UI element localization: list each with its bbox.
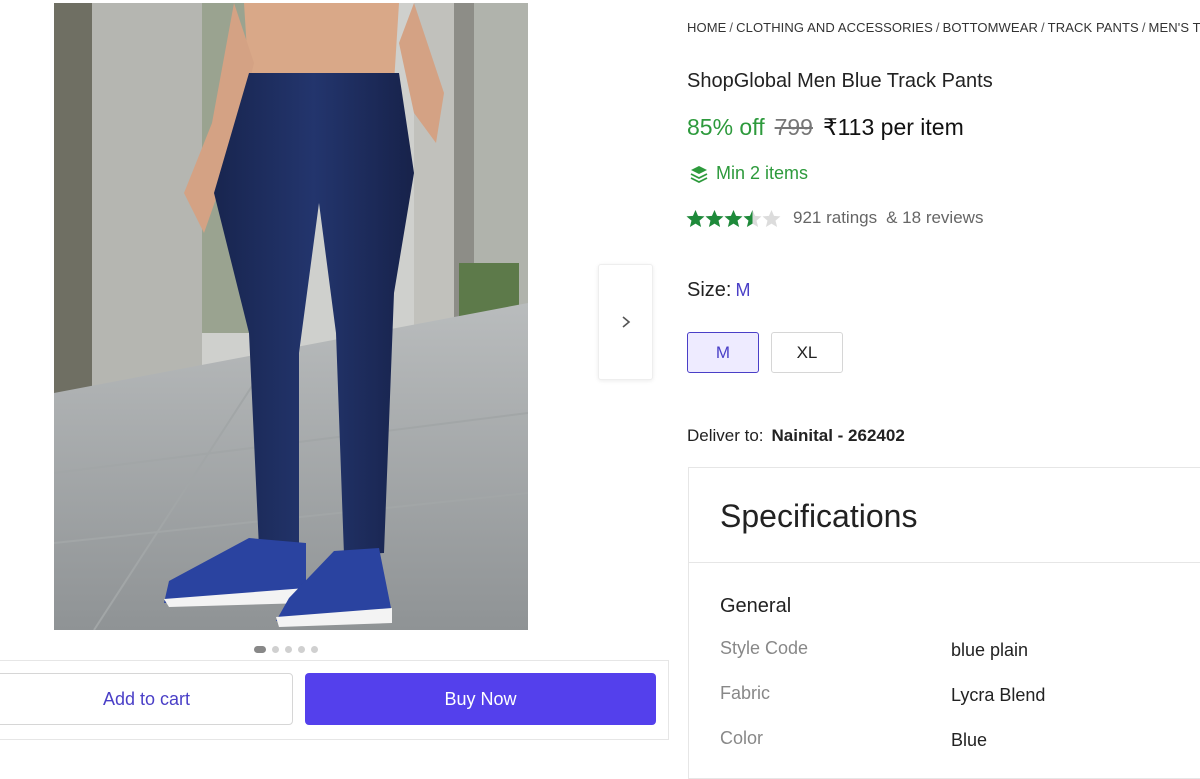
spec-value: Blue [951,730,988,750]
star-icon [705,209,724,227]
reviews-count: & 18 reviews [886,208,984,227]
spec-key: Color [720,728,764,748]
discount-label: 85% off [687,114,765,140]
selling-price: ₹113 per item [822,114,964,140]
breadcrumb-link[interactable]: BOTTOMWEAR [943,20,1038,35]
deliver-to-label: Deliver to: [687,426,764,445]
star-rating [686,209,781,228]
ratings-count: 921 ratings [793,208,878,227]
pagination-dot[interactable] [285,646,292,653]
price-row: 85% off 799 ₹113 per item [687,114,964,141]
breadcrumb: HOME / CLOTHING AND ACCESSORIES / BOTTOMWEAR… [687,20,1200,35]
breadcrumb-separator: / [1040,20,1045,35]
breadcrumb-link[interactable]: MEN'S TRACK PANTS [1149,20,1200,35]
breadcrumb-separator: / [1141,20,1146,35]
spec-value: Lycra Blend [951,685,1046,705]
delivery-location[interactable]: Deliver to: Nainital - 262402 [687,426,905,446]
pagination-dot[interactable] [272,646,279,653]
add-to-cart-label: Add to cart [102,688,191,709]
product-photo [54,3,528,630]
pagination-dot[interactable] [311,646,318,653]
mrp-price: 799 [774,114,813,140]
star-icon [743,209,762,227]
breadcrumb-link[interactable]: TRACK PANTS [1048,20,1139,35]
next-image-button[interactable] [598,264,653,380]
spec-key: Fabric [720,683,771,703]
rating-row[interactable]: 921 ratings & 18 reviews [686,208,983,228]
layers-icon [690,165,708,183]
breadcrumb-link[interactable]: HOME [687,20,726,35]
size-option-m[interactable]: M [687,332,759,373]
specifications-title: Specifications [720,498,918,534]
size-label: Size: M [687,279,750,302]
selected-size: M [735,280,751,300]
spec-key: Style Code [720,638,809,658]
star-icon [724,209,743,227]
breadcrumb-separator: / [935,20,940,35]
specifications-card: Specifications General Style Code blue p… [688,467,1200,779]
breadcrumb-link[interactable]: CLOTHING AND ACCESSORIES [736,20,933,35]
star-icon [762,209,781,227]
pagination-dot[interactable] [298,646,305,653]
size-option-xl[interactable]: XL [771,332,843,373]
spec-value: blue plain [951,640,1029,660]
size-label-text: Size: [687,279,732,301]
spec-group-title: General [720,595,792,617]
star-icon [686,209,705,227]
product-title: ShopGlobal Men Blue Track Pants [687,70,993,92]
delivery-pincode: Nainital - 262402 [771,426,905,445]
add-to-cart-button[interactable]: Add to cart [0,673,293,725]
buy-now-button[interactable]: Buy Now [305,673,656,725]
min-items-badge: Min 2 items [689,163,808,184]
pagination-dot[interactable] [254,646,266,653]
image-pagination [254,646,318,653]
divider [689,562,1200,563]
product-image[interactable] [54,3,528,630]
chevron-right-icon [621,316,630,328]
breadcrumb-separator: / [729,20,734,35]
min-items-label: Min 2 items [716,163,809,183]
